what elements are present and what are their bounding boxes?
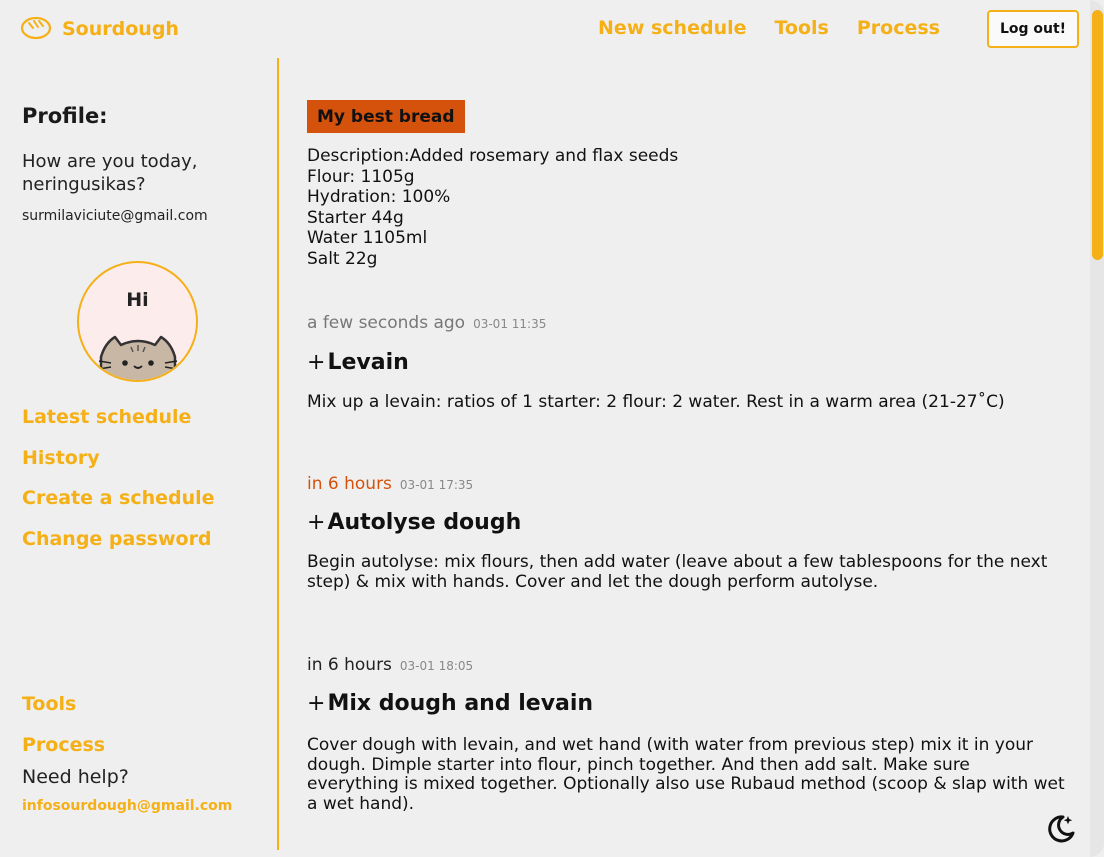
step-date: 03-01 17:35 [399, 478, 474, 492]
step-date: 03-01 11:35 [473, 317, 547, 331]
top-nav: New schedule Tools Process [598, 17, 940, 39]
expand-plus-icon[interactable]: + [307, 691, 325, 716]
sidebar-divider [277, 58, 279, 850]
help-email-link[interactable]: infosourdough@gmail.com [22, 798, 232, 814]
expand-plus-icon[interactable]: + [307, 350, 325, 375]
app-window: Sourdough New schedule Tools Process Log… [0, 0, 1104, 857]
sidebar-change-password[interactable]: Change password [22, 528, 212, 550]
expand-plus-icon[interactable]: + [307, 510, 325, 535]
step-title-text: Autolyse dough [327, 510, 522, 535]
step-description: Mix up a levain: ratios of 1 starter: 2 … [307, 392, 1005, 412]
brand-name: Sourdough [62, 18, 179, 40]
bread-icon [20, 14, 52, 44]
recipe-starter: Starter 44g [307, 207, 404, 228]
greeting-text: How are you today, neringusikas? [22, 151, 198, 195]
sidebar-latest-schedule[interactable]: Latest schedule [22, 406, 191, 428]
logout-button[interactable]: Log out! [987, 10, 1079, 48]
brand-logo[interactable]: Sourdough [20, 14, 179, 44]
step-relative-time: a few seconds ago [307, 313, 466, 333]
user-email: surmilaviciute@gmail.com [22, 208, 208, 224]
recipe-hydration: Hydration: 100% [307, 187, 451, 207]
step-relative-time: in 6 hours [307, 655, 392, 675]
sidebar-history[interactable]: History [22, 447, 100, 469]
profile-title: Profile: [22, 104, 108, 128]
step-title-text: Mix dough and levain [327, 691, 594, 716]
step-title[interactable]: +Autolyse dough [307, 510, 521, 535]
avatar: Hi [77, 261, 198, 382]
scrollbar-thumb[interactable] [1092, 10, 1103, 260]
need-help-text: Need help? [22, 766, 129, 788]
theme-toggle-button[interactable] [1043, 811, 1079, 847]
step-description: Begin autolyse: mix flours, then add wat… [307, 552, 1048, 592]
recipe-description: Description:Added rosemary and flax seed… [307, 146, 678, 269]
recipe-salt: Salt 22g [307, 248, 378, 269]
step-title[interactable]: +Levain [307, 350, 409, 375]
recipe-water: Water 1105ml [307, 228, 428, 248]
sidebar-tools[interactable]: Tools [22, 693, 76, 715]
recipe-description-line: Description:Added rosemary and flax seed… [307, 146, 679, 166]
cat-avatar-icon [98, 335, 178, 380]
moon-sparkle-icon [1048, 815, 1075, 843]
sidebar-create-schedule[interactable]: Create a schedule [22, 487, 215, 509]
step-date: 03-01 18:05 [399, 659, 474, 673]
step-relative-time: in 6 hours [307, 474, 392, 494]
nav-process[interactable]: Process [857, 17, 940, 39]
step-time: in 6 hours 03-01 18:05 [307, 655, 473, 675]
step-time: in 6 hours 03-01 17:35 [307, 474, 473, 494]
step-description: Cover dough with levain, and wet hand (w… [307, 735, 1065, 814]
recipe-flour: Flour: 1105g [307, 166, 415, 187]
sidebar-process[interactable]: Process [22, 734, 105, 756]
nav-new-schedule[interactable]: New schedule [598, 17, 746, 39]
avatar-greeting: Hi [126, 289, 149, 311]
recipe-name-badge: My best bread [307, 100, 465, 133]
nav-tools[interactable]: Tools [775, 17, 829, 39]
step-title-text: Levain [327, 350, 409, 375]
top-header: Sourdough New schedule Tools Process Log… [0, 0, 1090, 56]
step-title[interactable]: +Mix dough and levain [307, 691, 593, 716]
step-time: a few seconds ago 03-01 11:35 [307, 313, 546, 333]
